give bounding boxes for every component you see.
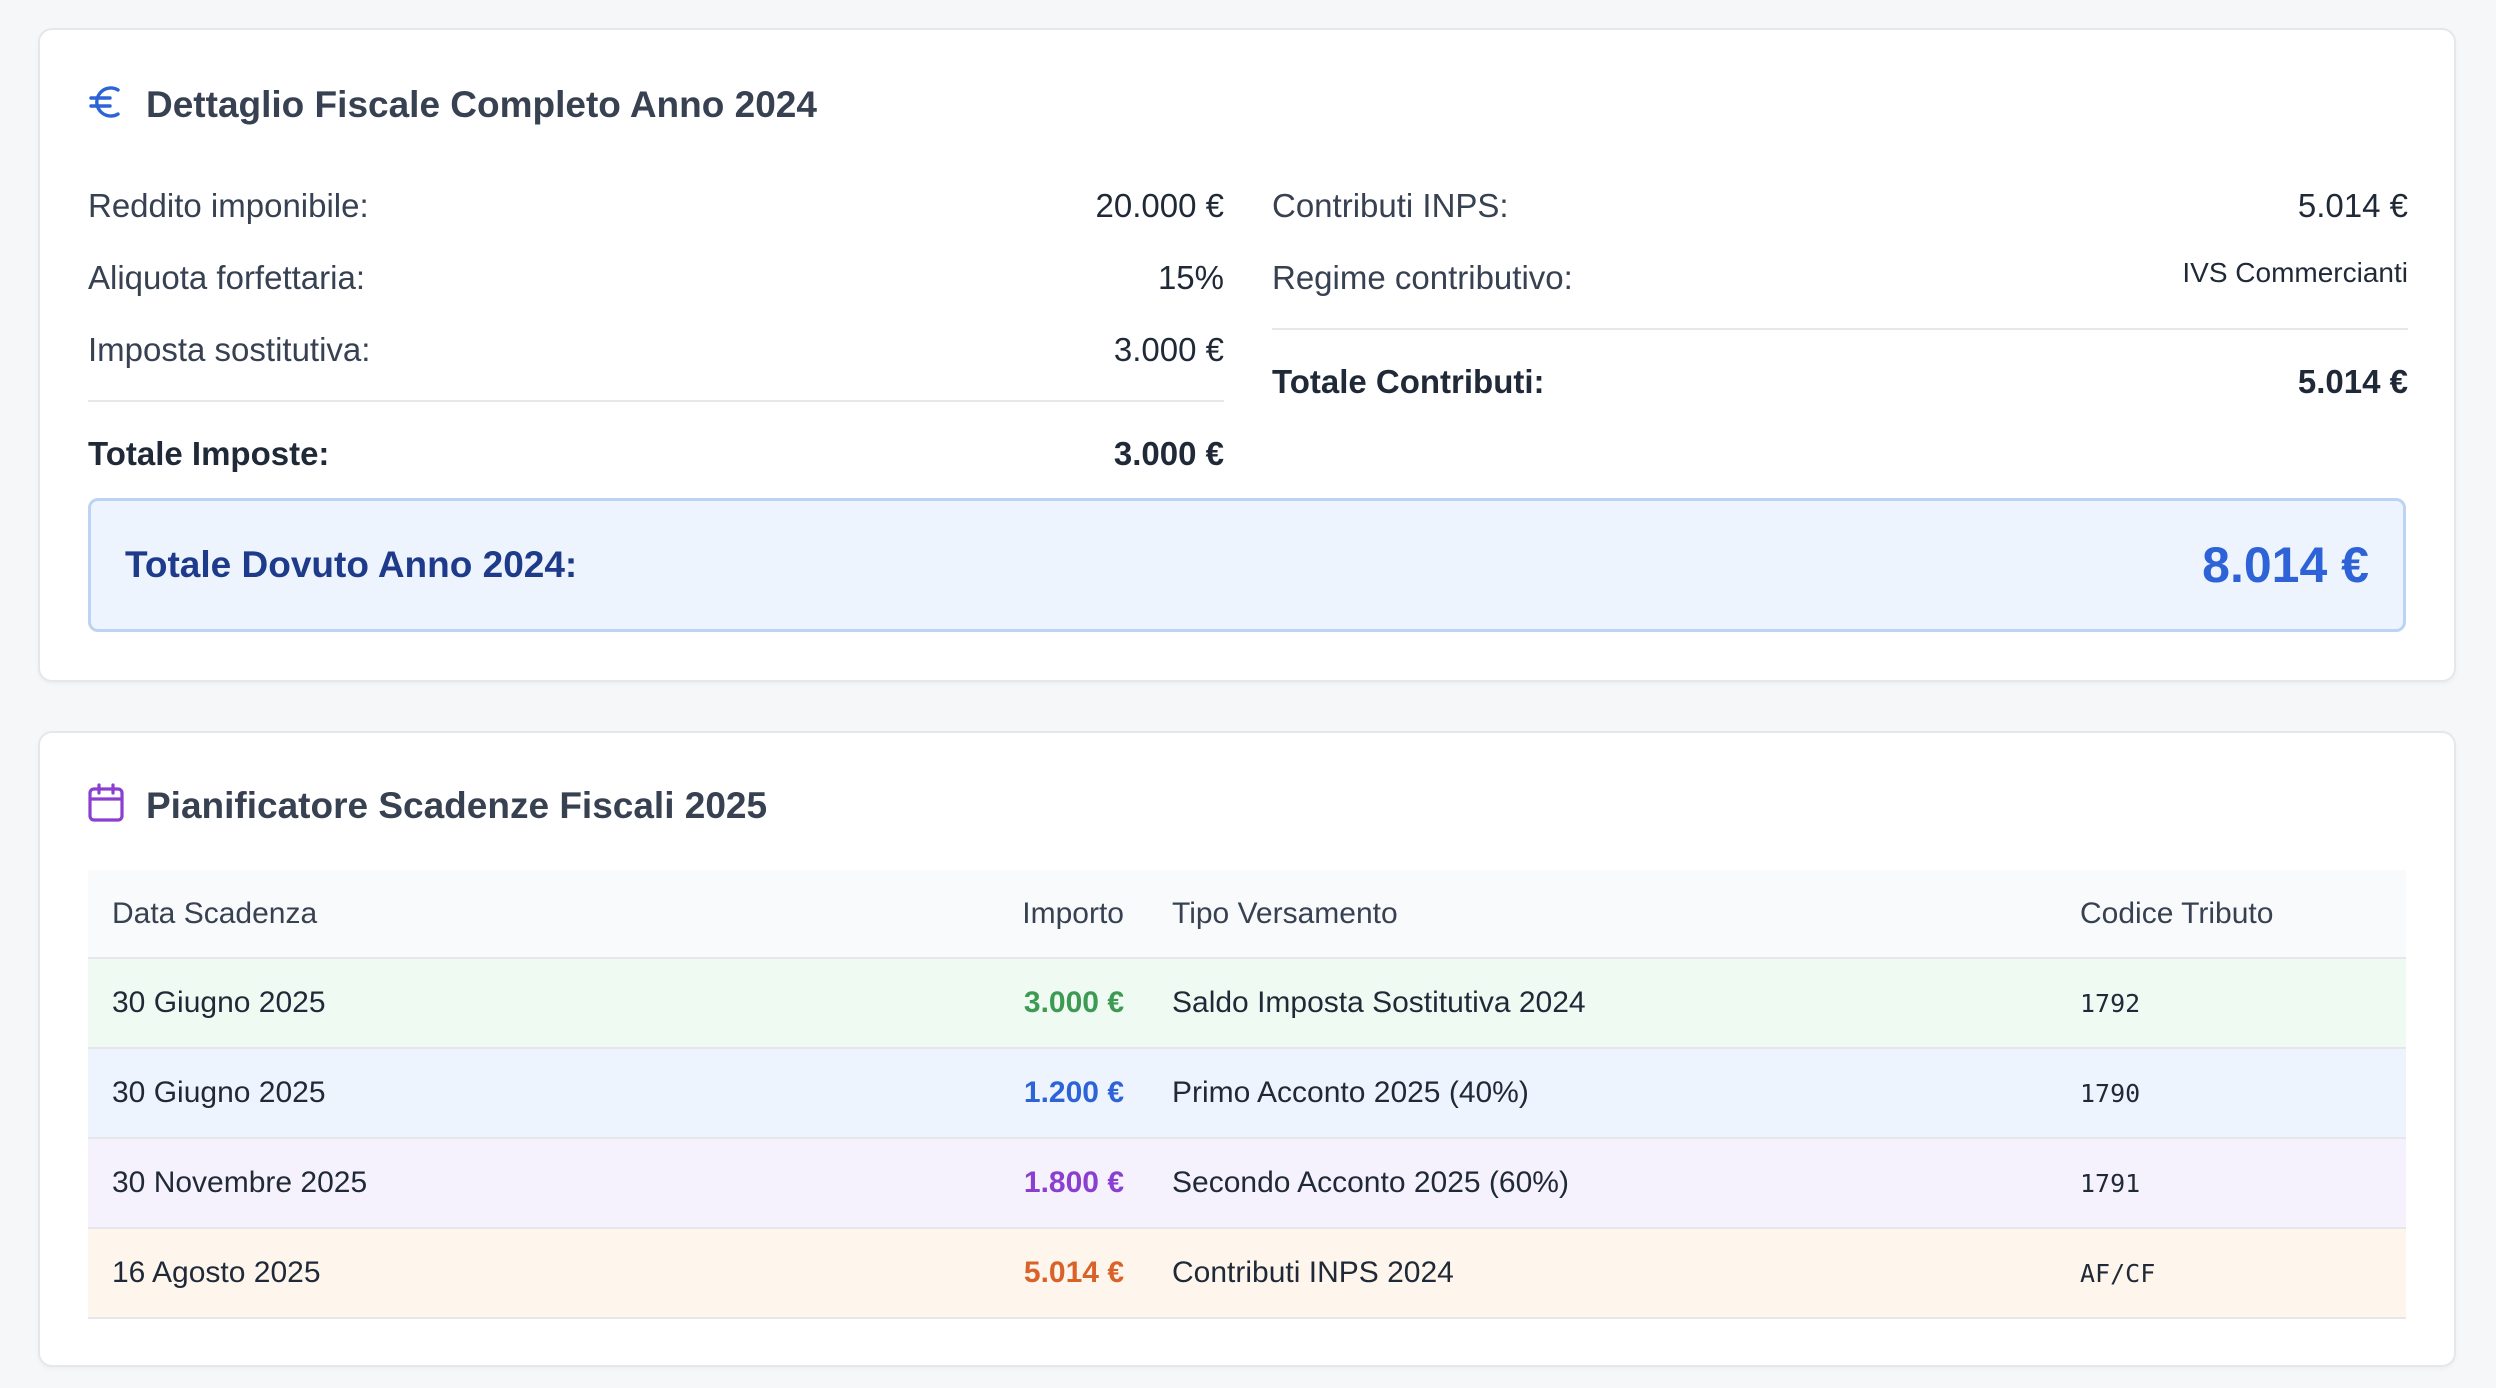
- row-value: 15%: [1157, 259, 1224, 296]
- cell-code: 1792: [2080, 958, 2406, 1049]
- substitute-tax-row: Imposta sostitutiva: 3.000 €: [88, 314, 1224, 386]
- total-contributions-row: Totale Contributi: 5.014 €: [1272, 346, 2408, 418]
- cell-type: Primo Acconto 2025 (40%): [1172, 1048, 2080, 1139]
- cell-amount: 3.000 €: [1012, 958, 1172, 1049]
- cell-code: 1790: [2080, 1048, 2406, 1139]
- divider: [88, 400, 1224, 402]
- table-header-row: Data Scadenza Importo Tipo Versamento Co…: [88, 870, 2406, 959]
- deadlines-table: Data Scadenza Importo Tipo Versamento Co…: [88, 870, 2406, 1319]
- planner-title: Pianificatore Scadenze Fiscali 2025: [146, 784, 768, 826]
- header-amount: Importo: [1012, 870, 1172, 959]
- row-label: Totale Contributi:: [1272, 363, 1545, 400]
- table-row[interactable]: 16 Agosto 2025 5.014 € Contributi INPS 2…: [88, 1228, 2406, 1319]
- table-row[interactable]: 30 Giugno 2025 3.000 € Saldo Imposta Sos…: [88, 958, 2406, 1049]
- fiscal-detail-title: Dettaglio Fiscale Completo Anno 2024: [146, 83, 817, 125]
- divider: [1272, 328, 2408, 330]
- deadline-planner-card: Pianificatore Scadenze Fiscali 2025 Data…: [38, 731, 2456, 1367]
- row-value: 5.014 €: [2297, 187, 2408, 224]
- row-value: 3.000 €: [1113, 331, 1224, 368]
- inps-contributions-row: Contributi INPS: 5.014 €: [1272, 170, 2408, 242]
- table-row[interactable]: 30 Novembre 2025 1.800 € Secondo Acconto…: [88, 1138, 2406, 1229]
- table-row[interactable]: 30 Giugno 2025 1.200 € Primo Acconto 202…: [88, 1048, 2406, 1139]
- grand-total-box: Totale Dovuto Anno 2024: 8.014 €: [88, 498, 2406, 632]
- cell-code: AF/CF: [2080, 1228, 2406, 1319]
- cell-type: Contributi INPS 2024: [1172, 1228, 2080, 1319]
- row-label: Totale Imposte:: [88, 435, 330, 472]
- euro-icon: [88, 82, 124, 127]
- row-label: Reddito imponibile:: [88, 187, 369, 224]
- planner-header: Pianificatore Scadenze Fiscali 2025: [88, 783, 767, 828]
- row-label: Imposta sostitutiva:: [88, 331, 371, 368]
- calendar-icon: [88, 783, 124, 828]
- fiscal-detail-header: Dettaglio Fiscale Completo Anno 2024: [88, 82, 817, 127]
- cell-date: 30 Giugno 2025: [88, 1048, 1012, 1139]
- cell-date: 30 Giugno 2025: [88, 958, 1012, 1049]
- grand-total-label: Totale Dovuto Anno 2024:: [125, 544, 578, 585]
- cell-type: Saldo Imposta Sostitutiva 2024: [1172, 958, 2080, 1049]
- cell-amount: 1.200 €: [1012, 1048, 1172, 1139]
- grand-total-amount: 8.014 €: [2202, 537, 2369, 593]
- taxable-income-row: Reddito imponibile: 20.000 €: [88, 170, 1224, 242]
- cell-date: 30 Novembre 2025: [88, 1138, 1012, 1229]
- cell-amount: 1.800 €: [1012, 1138, 1172, 1229]
- row-label: Aliquota forfettaria:: [88, 259, 365, 296]
- contributions-column: Contributi INPS: 5.014 € Regime contribu…: [1272, 170, 2408, 418]
- header-date: Data Scadenza: [88, 870, 1012, 959]
- row-value: 5.014 €: [2297, 363, 2408, 400]
- cell-date: 16 Agosto 2025: [88, 1228, 1012, 1319]
- fiscal-detail-card: Dettaglio Fiscale Completo Anno 2024 Red…: [38, 28, 2456, 682]
- taxes-column: Reddito imponibile: 20.000 € Aliquota fo…: [88, 170, 1224, 490]
- row-value: 20.000 €: [1095, 187, 1224, 224]
- flat-rate-row: Aliquota forfettaria: 15%: [88, 242, 1224, 314]
- contribution-regime-row: Regime contributivo: IVS Commercianti: [1272, 242, 2408, 314]
- row-label: Contributi INPS:: [1272, 187, 1509, 224]
- cell-amount: 5.014 €: [1012, 1228, 1172, 1319]
- cell-code: 1791: [2080, 1138, 2406, 1229]
- row-value: IVS Commercianti: [2182, 257, 2408, 288]
- row-label: Regime contributivo:: [1272, 259, 1573, 296]
- row-value: 3.000 €: [1113, 435, 1224, 472]
- cell-type: Secondo Acconto 2025 (60%): [1172, 1138, 2080, 1229]
- header-code: Codice Tributo: [2080, 870, 2406, 959]
- header-type: Tipo Versamento: [1172, 870, 2080, 959]
- total-taxes-row: Totale Imposte: 3.000 €: [88, 418, 1224, 490]
